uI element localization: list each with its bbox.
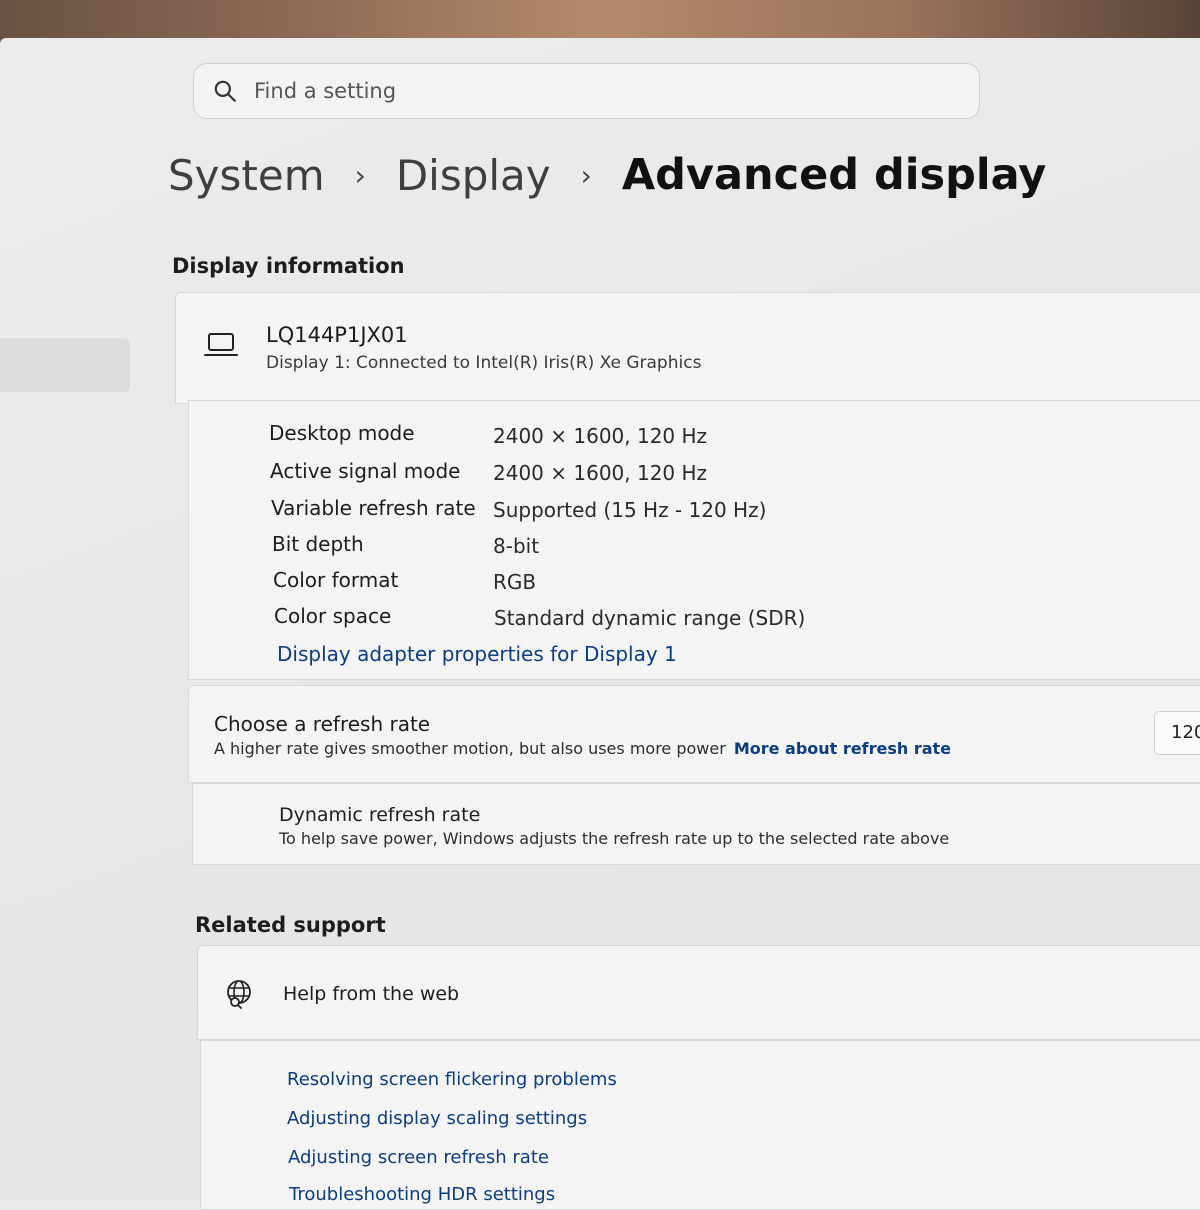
more-about-refresh-rate-link[interactable]: More about refresh rate (734, 739, 951, 758)
search-icon (214, 80, 236, 102)
laptop-icon (204, 333, 238, 356)
chevron-right-icon: › (354, 158, 366, 192)
info-label-color-space: Color space (274, 604, 392, 628)
help-from-web-title: Help from the web (283, 983, 460, 1005)
info-label-variable-refresh-rate: Variable refresh rate (271, 496, 476, 520)
info-value-desktop-mode: 2400 × 1600, 120 Hz (493, 424, 708, 448)
refresh-rate-card: Choose a refresh rate A higher rate give… (188, 685, 1200, 783)
help-link-refresh-rate[interactable]: Adjusting screen refresh rate (288, 1147, 549, 1168)
globe-search-icon (227, 980, 251, 1009)
help-links-list: Resolving screen flickering problems Adj… (200, 1040, 1200, 1210)
monitor-name: LQ144P1JX01 (266, 323, 408, 347)
search-box[interactable] (193, 63, 980, 119)
breadcrumb: System › Display › Advanced display (168, 140, 1046, 210)
monitor-connection: Display 1: Connected to Intel(R) Iris(R)… (266, 353, 702, 373)
display-info-details: Desktop mode 2400 × 1600, 120 Hz Active … (188, 400, 1200, 680)
display-adapter-properties-link[interactable]: Display adapter properties for Display 1 (277, 642, 677, 666)
help-link-screen-flickering[interactable]: Resolving screen flickering problems (287, 1069, 617, 1090)
refresh-rate-desc-text: A higher rate gives smoother motion, but… (214, 739, 726, 758)
info-value-variable-refresh-rate: Supported (15 Hz - 120 Hz) (493, 498, 767, 522)
info-value-color-format: RGB (493, 570, 537, 594)
help-from-web-header[interactable]: Help from the web (197, 945, 1200, 1040)
info-label-active-signal-mode: Active signal mode (270, 459, 461, 483)
info-label-color-format: Color format (273, 568, 399, 592)
chevron-right-icon: › (580, 158, 592, 192)
breadcrumb-system[interactable]: System (168, 151, 325, 200)
info-value-bit-depth: 8-bit (493, 534, 540, 558)
section-title-display-information: Display information (172, 254, 405, 278)
info-label-bit-depth: Bit depth (272, 532, 364, 556)
info-value-color-space: Standard dynamic range (SDR) (494, 606, 806, 630)
nav-selected-item[interactable] (0, 338, 130, 392)
refresh-rate-dropdown[interactable]: 120 (1154, 711, 1200, 755)
dynamic-refresh-card: Dynamic refresh rate To help save power,… (192, 783, 1200, 865)
section-title-related-support: Related support (195, 913, 386, 937)
search-input[interactable] (252, 78, 936, 104)
info-value-active-signal-mode: 2400 × 1600, 120 Hz (493, 461, 708, 485)
info-label-desktop-mode: Desktop mode (269, 421, 415, 445)
refresh-rate-title: Choose a refresh rate (214, 712, 431, 736)
page-title: Advanced display (621, 150, 1047, 200)
refresh-rate-selected: 120 (1171, 722, 1200, 743)
refresh-rate-description: A higher rate gives smoother motion, but… (214, 739, 951, 758)
display-info-header: LQ144P1JX01 Display 1: Connected to Inte… (175, 292, 1200, 404)
help-link-display-scaling[interactable]: Adjusting display scaling settings (287, 1108, 587, 1129)
breadcrumb-display[interactable]: Display (396, 151, 551, 200)
help-link-hdr-settings[interactable]: Troubleshooting HDR settings (289, 1184, 555, 1205)
dynamic-refresh-title: Dynamic refresh rate (279, 804, 481, 826)
dynamic-refresh-description: To help save power, Windows adjusts the … (279, 829, 950, 848)
